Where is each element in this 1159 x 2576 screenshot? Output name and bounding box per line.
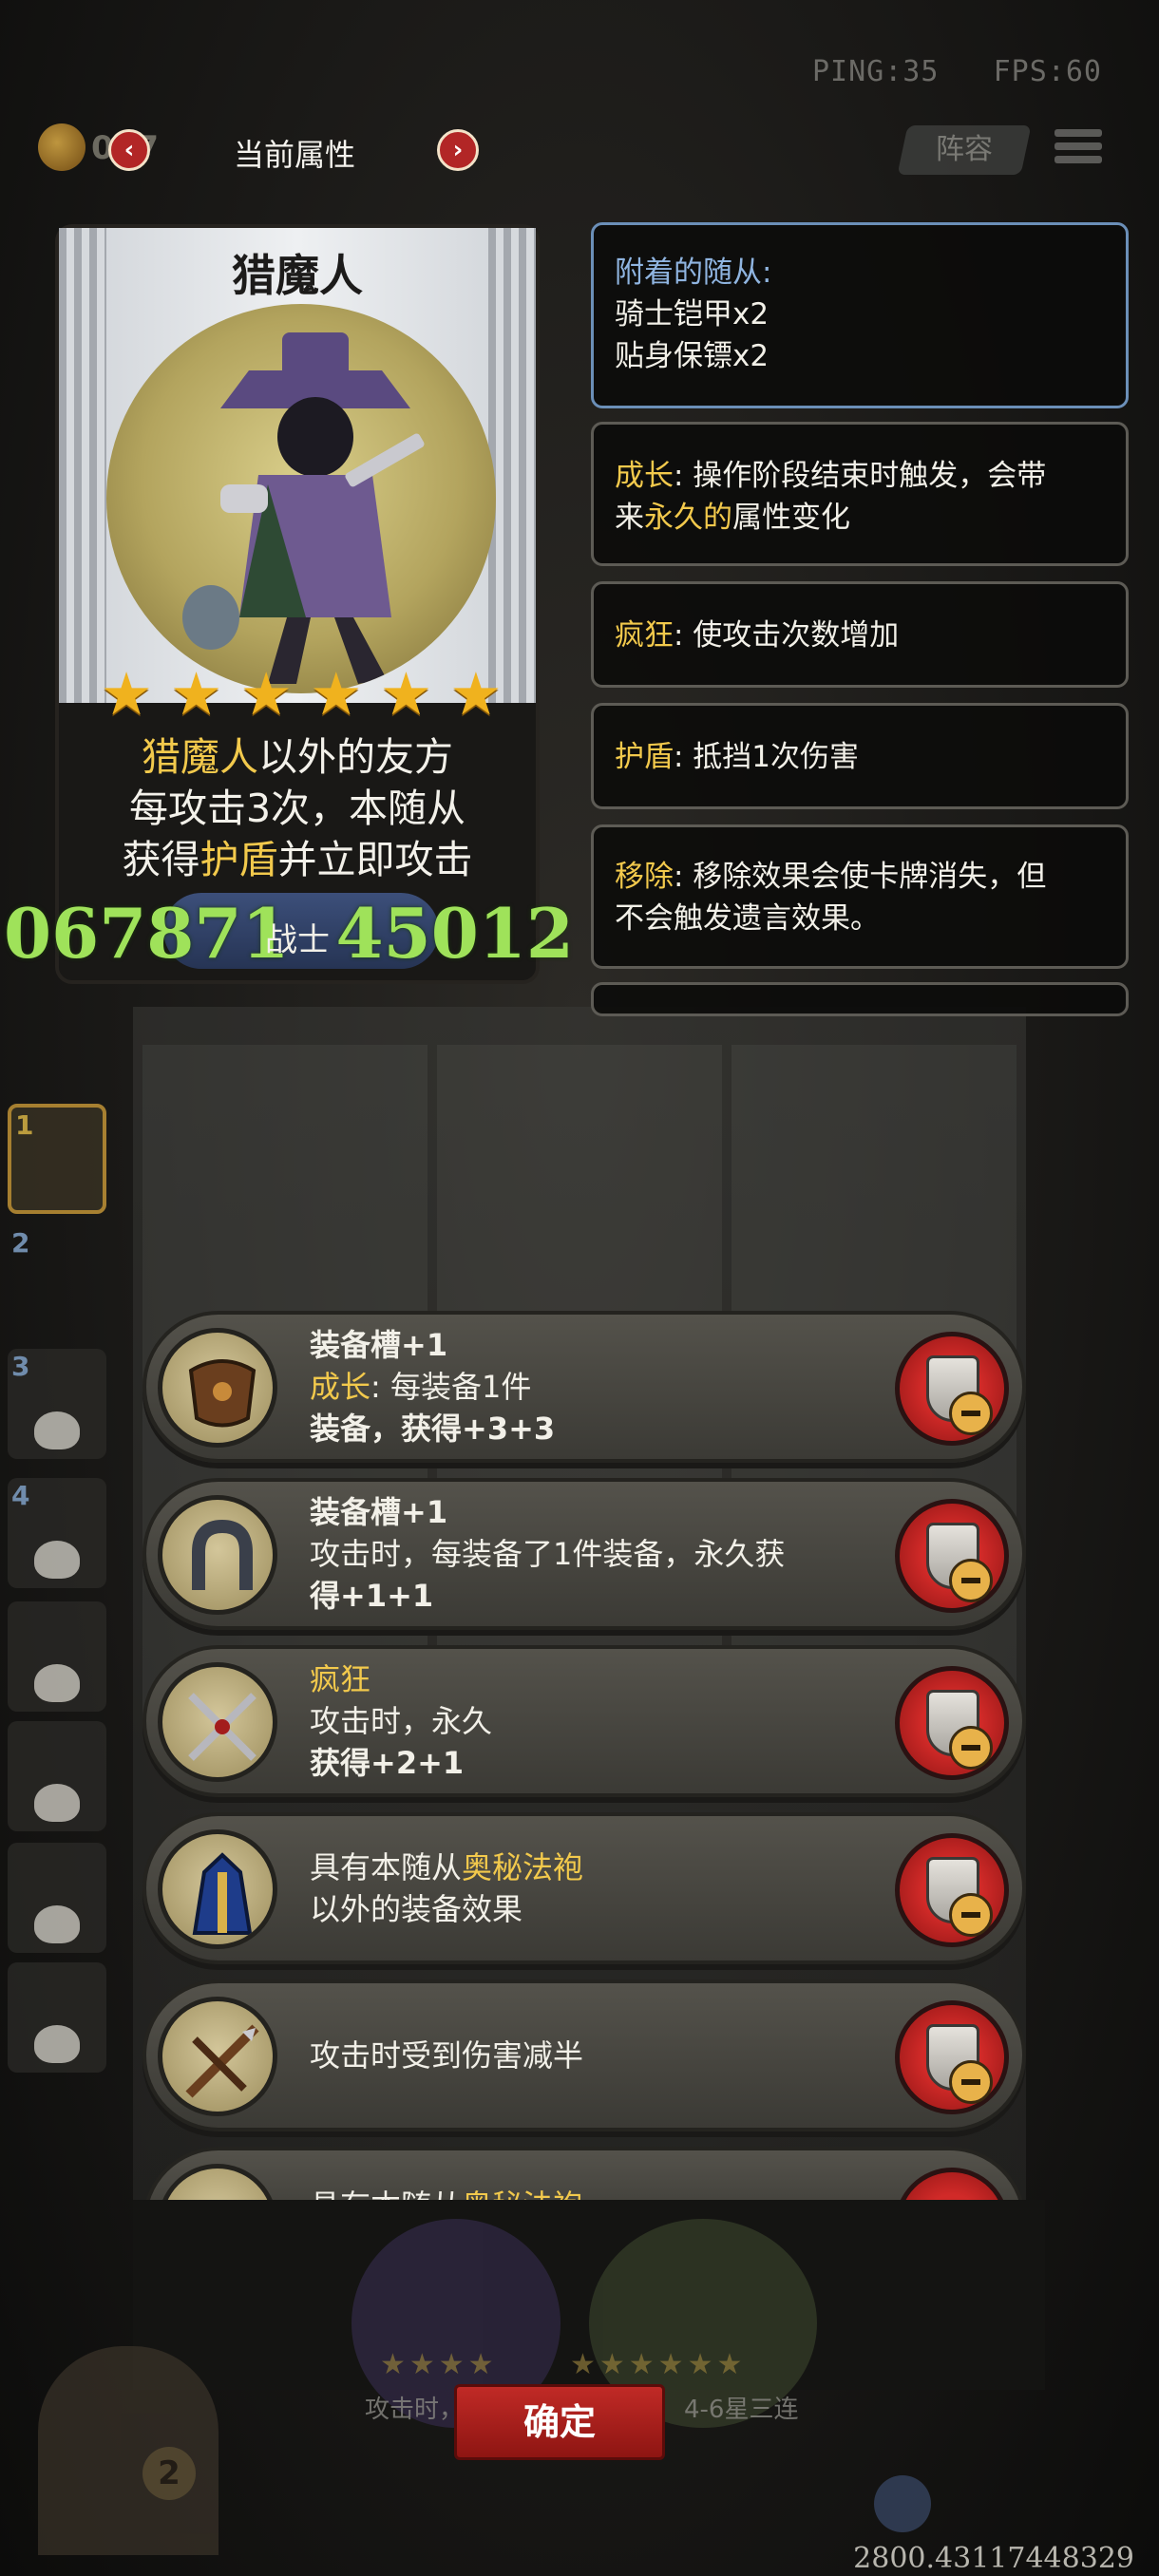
door-count: 2 bbox=[142, 2447, 196, 2500]
unit-slot[interactable] bbox=[8, 1843, 106, 1953]
fps-readout: FPS:60 bbox=[993, 55, 1102, 88]
star-icon: ★ bbox=[239, 659, 293, 729]
keyword-frenzy: 疯狂: 使攻击次数增加 bbox=[591, 581, 1129, 688]
crossbow-icon bbox=[158, 1997, 277, 2116]
equipment-item[interactable]: 具有本随从奥秘法袍 以外的装备效果 bbox=[142, 1812, 1026, 1964]
card-ability-text: 猎魔人以外的友方 每攻击3次，本随从 获得护盾并立即攻击 bbox=[122, 734, 473, 882]
star-icon: ★ bbox=[100, 659, 153, 729]
ping-readout: PING:35 bbox=[812, 55, 940, 88]
page-title: 当前属性 bbox=[233, 137, 355, 173]
star-icon: ★ bbox=[169, 659, 223, 729]
remove-equipment-button[interactable] bbox=[895, 1666, 1009, 1780]
equipment-item[interactable]: 装备槽+1 攻击时，每装备了1件装备，永久获 得+1+1 bbox=[142, 1478, 1026, 1630]
minus-icon bbox=[949, 1559, 993, 1602]
equipment-item[interactable]: 装备槽+1 成长: 每装备1件 装备，获得+3+3 bbox=[142, 1311, 1026, 1463]
remove-equipment-button[interactable] bbox=[895, 1833, 1009, 1947]
skull-icon bbox=[34, 1784, 80, 1822]
lineup-button[interactable]: 阵容 bbox=[897, 125, 1032, 175]
demon-hunter-portrait bbox=[106, 304, 496, 693]
robe-icon bbox=[158, 1829, 277, 1949]
keyword-shield: 护盾: 抵挡1次伤害 bbox=[591, 703, 1129, 809]
keyword-box-clipped bbox=[591, 982, 1129, 1016]
minus-icon bbox=[949, 2060, 993, 2104]
equipment-description: 具有本随从奥秘法袍 以外的装备效果 bbox=[310, 1849, 584, 1927]
lineup-label: 阵容 bbox=[936, 133, 993, 166]
shield-icon bbox=[874, 2475, 931, 2532]
unit-slot[interactable]: 4 bbox=[8, 1478, 106, 1588]
skull-icon bbox=[34, 1664, 80, 1702]
door-icon[interactable]: 2 bbox=[38, 2346, 218, 2555]
shop-card-stars: ★★★★ bbox=[380, 2348, 498, 2381]
menu-icon[interactable] bbox=[1054, 129, 1102, 171]
health-value: 45012 bbox=[335, 893, 575, 974]
shop-card-text: 4-6星三连 bbox=[684, 2396, 799, 2424]
skull-icon bbox=[34, 1905, 80, 1943]
unit-slot[interactable] bbox=[8, 1601, 106, 1712]
equipment-item[interactable]: 攻击时受到伤害减半 bbox=[142, 1979, 1026, 2131]
skull-icon bbox=[34, 2025, 80, 2063]
coordinate-readout: 2800.43117448329 bbox=[853, 2542, 1134, 2575]
minus-icon bbox=[949, 1726, 993, 1770]
equipment-description: 攻击时受到伤害减半 bbox=[310, 2037, 584, 2074]
skull-icon bbox=[34, 1541, 80, 1579]
previous-button[interactable]: ‹ bbox=[108, 129, 150, 171]
card-name: 猎魔人 bbox=[232, 250, 363, 301]
shop-card-stars: ★★★★★★ bbox=[570, 2348, 747, 2381]
remove-equipment-button[interactable] bbox=[895, 1499, 1009, 1613]
unit-card: 猎魔人 ★ ★ ★ ★ ★ ★ 猎魔人以外的友方 每攻击3次，本随从 获得护盾并… bbox=[4, 224, 574, 984]
minus-icon bbox=[949, 1392, 993, 1435]
star-icon: ★ bbox=[379, 659, 433, 729]
star-icon: ★ bbox=[309, 659, 363, 729]
coin-icon bbox=[38, 123, 86, 171]
equipment-description: 疯狂 攻击时，永久 获得+2+1 bbox=[310, 1661, 493, 1781]
remove-equipment-button[interactable] bbox=[895, 2000, 1009, 2114]
armor-icon bbox=[158, 1328, 277, 1448]
equipment-description: 装备槽+1 攻击时，每装备了1件装备，永久获 得+1+1 bbox=[310, 1494, 786, 1614]
star-icon: ★ bbox=[449, 659, 503, 729]
next-button[interactable]: › bbox=[437, 129, 479, 171]
minus-icon bbox=[949, 1893, 993, 1937]
unit-slot[interactable]: 2 bbox=[8, 1225, 106, 1335]
unit-slot[interactable]: 3 bbox=[8, 1349, 106, 1459]
horseshoe-icon bbox=[158, 1495, 277, 1615]
unit-slot[interactable] bbox=[8, 1962, 106, 2073]
keyword-remove: 移除: 移除效果会使卡牌消失，但 不会触发遗言效果。 bbox=[591, 824, 1129, 969]
unit-slot[interactable] bbox=[8, 1721, 106, 1831]
crossed-swords-icon bbox=[158, 1662, 277, 1782]
star-rating: ★ ★ ★ ★ ★ ★ bbox=[97, 665, 505, 724]
network-stats: PING:35 FPS:60 bbox=[812, 55, 1102, 88]
skull-icon bbox=[34, 1411, 80, 1449]
attached-minions-box: 附着的随从: 骑士铠甲x2 贴身保镖x2 bbox=[591, 222, 1129, 408]
unit-slot[interactable]: 1 bbox=[8, 1104, 106, 1214]
remove-equipment-button[interactable] bbox=[895, 1332, 1009, 1446]
keyword-growth: 成长: 操作阶段结束时触发，会带 来永久的属性变化 bbox=[591, 422, 1129, 566]
confirm-button[interactable]: 确定 bbox=[454, 2384, 665, 2460]
equipment-description: 装备槽+1 成长: 每装备1件 装备，获得+3+3 bbox=[310, 1327, 556, 1447]
equipment-item[interactable]: 疯狂 攻击时，永久 获得+2+1 bbox=[142, 1645, 1026, 1797]
